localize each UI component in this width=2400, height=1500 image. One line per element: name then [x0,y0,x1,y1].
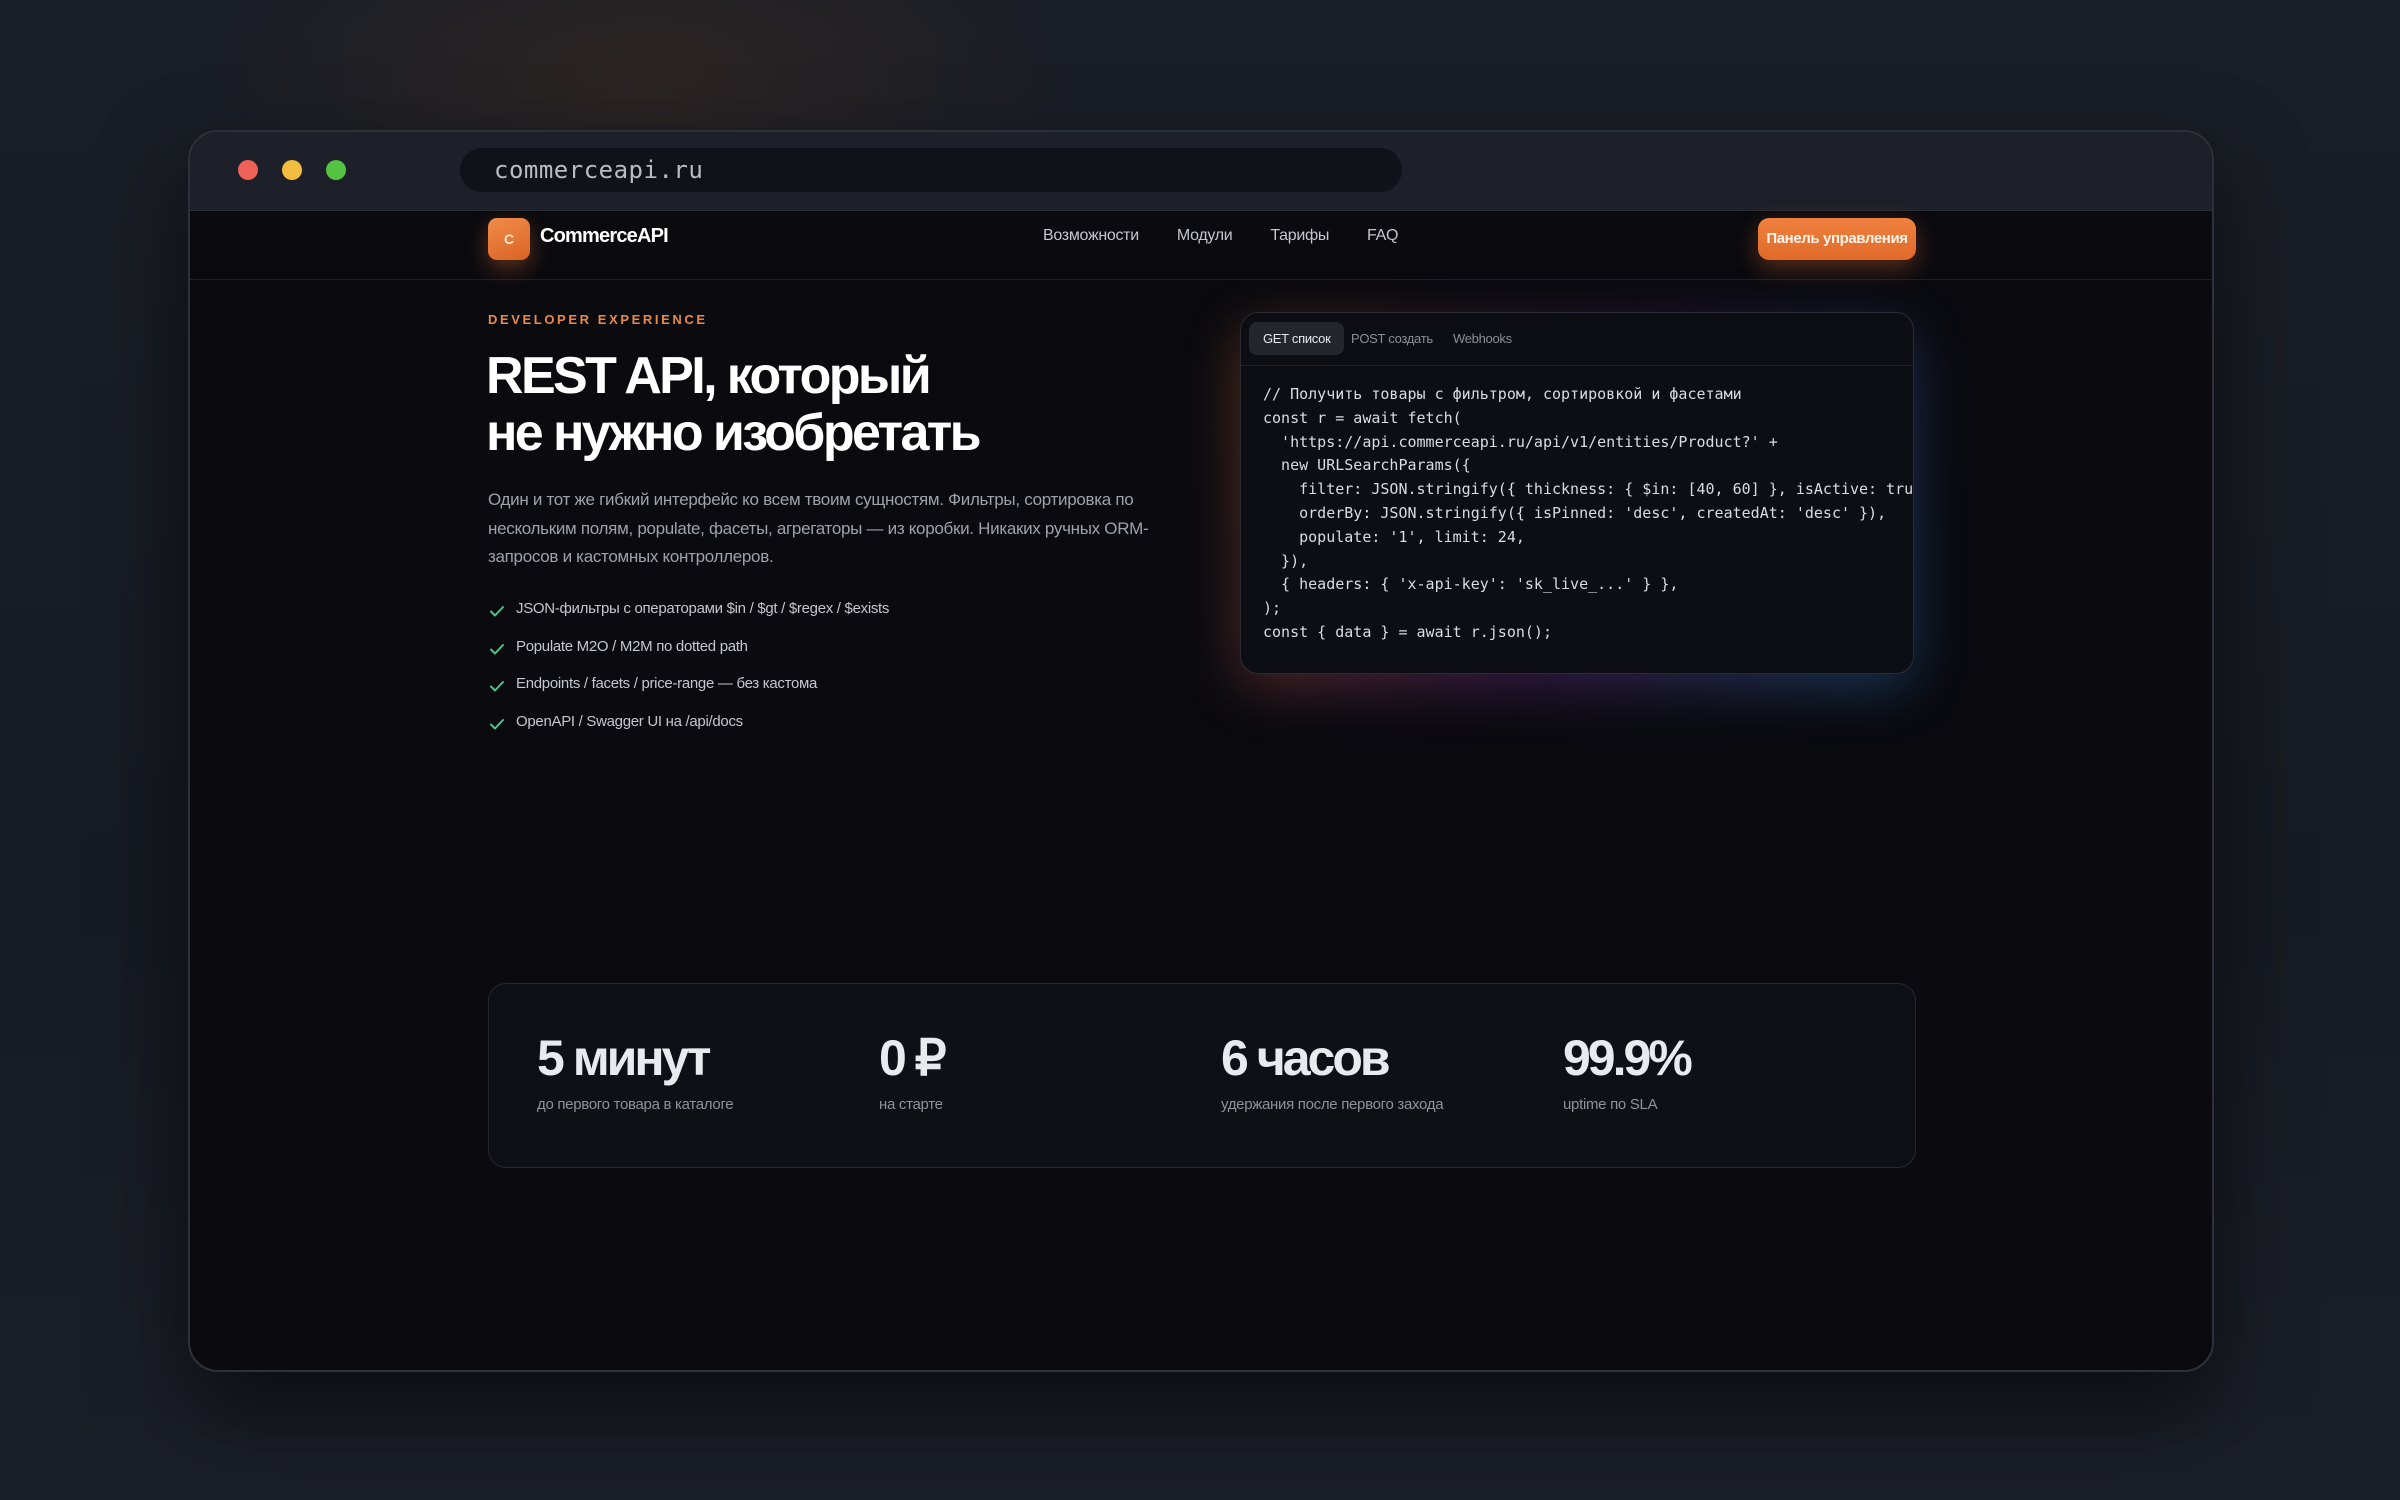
logo-icon[interactable]: C [488,218,530,260]
feature-text: Endpoints / facets / price-range — без к… [516,675,818,693]
stat-value: 99.9% [1563,1030,1693,1086]
nav-link-modules[interactable]: Модули [1177,227,1233,245]
code-line: ); [1263,599,1282,618]
stat-label: uptime по SLA [1563,1096,1658,1113]
nav-link-features[interactable]: Возможности [1043,227,1139,245]
code-line: new URLSearchParams({ [1263,456,1471,475]
feature-item: Populate M2O / M2M по dotted path [488,638,889,676]
code-line: const { data } = await r.json(); [1263,622,1552,641]
stat-value: 6 часов [1221,1030,1391,1086]
browser-chrome: commerceapi.ru [190,132,2212,211]
code-line: filter: JSON.stringify({ thickness: { $i… [1263,480,1914,499]
close-window-button[interactable] [238,160,258,180]
code-block: // Получить товары с фильтром, сортировк… [1263,383,1913,645]
stat-start-price: 0 ₽ на старте [879,1030,946,1113]
code-line: 'https://api.commerceapi.ru/api/v1/entit… [1263,432,1778,451]
browser-window: commerceapi.ru C CommerceAPI Возможности… [188,130,2214,1372]
code-line: { headers: { 'x-api-key': 'sk_live_...' … [1263,575,1679,594]
code-line: const r = await fetch( [1263,408,1462,427]
hero-eyebrow: DEVELOPER EXPERIENCE [488,312,708,327]
hero-title-line-2: не нужно изобретать [486,404,982,462]
main-nav: Возможности Модули Тарифы FAQ [1043,227,1398,245]
nav-link-faq[interactable]: FAQ [1367,227,1398,245]
hero-title: REST API, который не нужно изобретать [486,347,982,462]
code-line: }), [1263,551,1309,570]
stat-value: 0 ₽ [879,1030,946,1086]
tab-get-list[interactable]: GET список [1249,322,1345,355]
check-icon [490,681,504,692]
code-line: orderBy: JSON.stringify({ isPinned: 'des… [1263,503,1887,522]
code-example-card: GET список POST создать Webhooks // Полу… [1240,312,1914,674]
feature-item: OpenAPI / Swagger UI на /api/docs [488,713,889,751]
check-icon [490,643,504,655]
stat-label: на старте [879,1096,943,1113]
hero-description: Один и тот же гибкий интерфейс ко всем т… [488,490,1149,566]
brand-name[interactable]: CommerceAPI [540,225,669,248]
check-icon [490,719,504,730]
maximize-window-button[interactable] [326,160,346,180]
stats-panel: 5 минут до первого товара в каталоге 0 ₽… [488,983,1916,1168]
nav-link-pricing[interactable]: Тарифы [1270,227,1329,245]
tab-post-create[interactable]: POST создать [1337,322,1447,355]
stat-value: 5 минут [537,1030,712,1086]
feature-item: Endpoints / facets / price-range — без к… [488,675,889,713]
check-icon [490,606,504,617]
address-bar[interactable]: commerceapi.ru [460,148,1402,192]
stat-label: до первого товара в каталоге [537,1096,734,1113]
feature-text: JSON-фильтры с операторами $in / $gt / $… [516,600,890,617]
feature-item: JSON-фильтры с операторами $in / $gt / $… [488,600,889,638]
stat-uptime: 99.9% uptime по SLA [1563,1030,1693,1113]
code-tabs: GET список POST создать Webhooks [1241,313,1913,366]
site-header: C CommerceAPI Возможности Модули Тарифы … [190,210,2212,280]
code-line: populate: '1', limit: 24, [1263,527,1525,546]
tab-webhooks[interactable]: Webhooks [1439,322,1526,355]
stat-retention: 6 часов удержания после первого захода [1221,1030,1444,1113]
stat-time-to-first-product: 5 минут до первого товара в каталоге [537,1030,734,1113]
feature-text: OpenAPI / Swagger UI на /api/docs [516,713,743,731]
feature-text: Populate M2O / M2M по dotted path [516,637,748,655]
code-line: // Получить товары с фильтром, сортировк… [1263,385,1742,403]
dashboard-button[interactable]: Панель управления [1758,218,1916,260]
minimize-window-button[interactable] [282,160,302,180]
hero-title-line-1: REST API, который [486,347,932,405]
feature-list: JSON-фильтры с операторами $in / $gt / $… [488,600,889,751]
stat-label: удержания после первого захода [1221,1096,1444,1113]
